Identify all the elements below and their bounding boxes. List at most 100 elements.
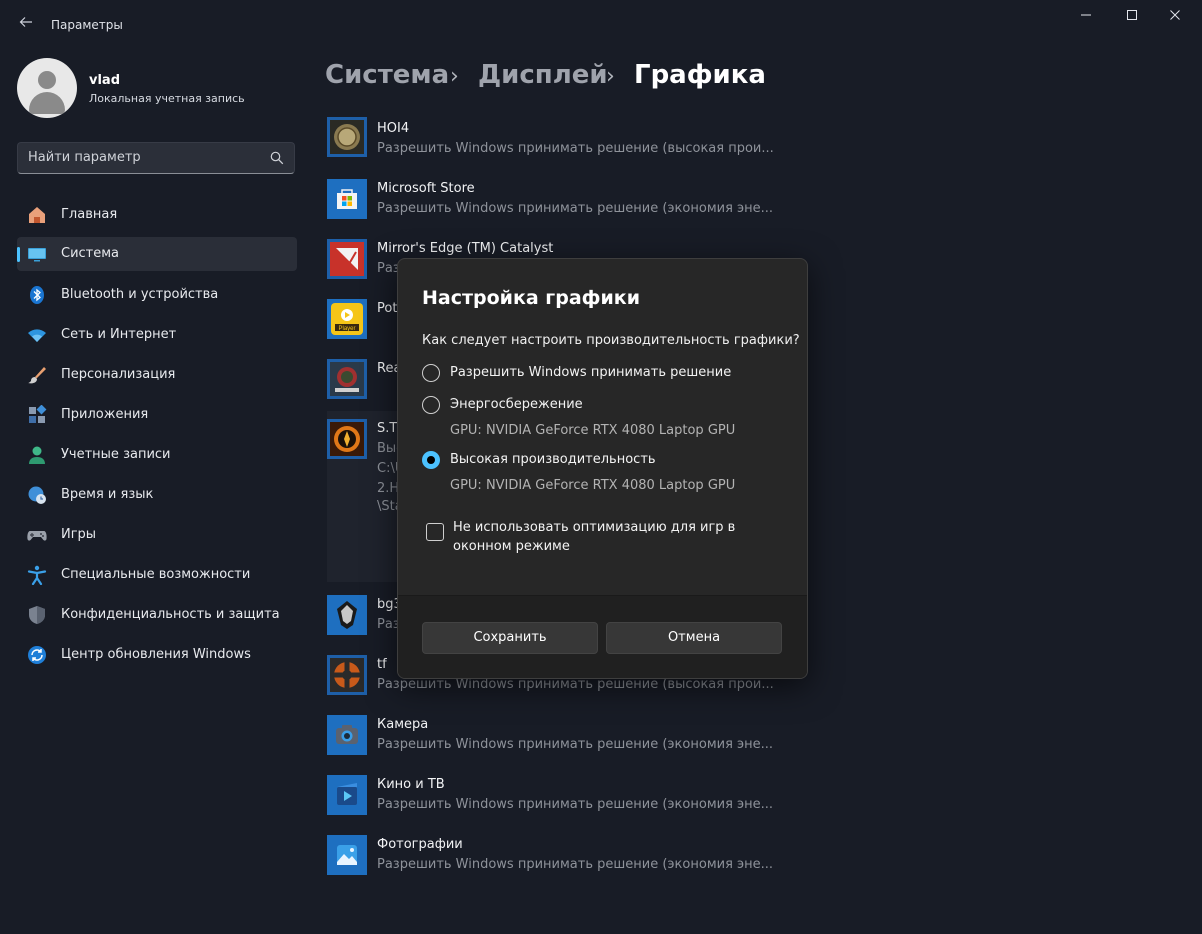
minimize-button[interactable] <box>1063 0 1109 34</box>
breadcrumb-separator: › <box>606 64 615 89</box>
avatar[interactable] <box>17 58 77 118</box>
sidebar-item-system[interactable]: Система <box>17 237 297 271</box>
app-name: tf <box>377 657 387 672</box>
home-icon <box>29 207 45 223</box>
app-name: Pot <box>377 301 398 316</box>
search-input[interactable] <box>28 150 258 165</box>
app-name: HOI4 <box>377 121 410 136</box>
account-type: Локальная учетная запись <box>89 92 245 105</box>
sidebar-item-accounts[interactable]: Учетные записи <box>17 438 297 472</box>
page-title: Графика <box>634 60 766 90</box>
sidebar-item-windows-update[interactable]: Центр обновления Windows <box>17 638 297 672</box>
sidebar-item-privacy[interactable]: Конфиденциальность и защита <box>17 598 297 632</box>
sidebar-item-label: Конфиденциальность и защита <box>61 607 280 622</box>
cancel-button[interactable]: Отмена <box>606 622 782 654</box>
app-status: Разрешить Windows принимать решение (эко… <box>377 737 774 752</box>
maximize-button[interactable] <box>1109 0 1155 34</box>
radio-label[interactable]: Разрешить Windows принимать решение <box>450 365 731 380</box>
shield-icon <box>29 606 45 624</box>
update-icon <box>28 646 46 664</box>
windowed-optimization-checkbox[interactable] <box>426 523 444 541</box>
radio-high-performance[interactable] <box>422 451 440 469</box>
sidebar-item-label: Система <box>61 246 120 261</box>
sidebar-item-personalization[interactable]: Персонализация <box>17 358 297 392</box>
radio-label[interactable]: Высокая производительность <box>450 452 656 467</box>
svg-text:Player: Player <box>338 326 355 332</box>
breadcrumb-separator: › <box>450 64 459 89</box>
minimize-icon <box>1081 14 1091 16</box>
ready-or-not-icon <box>327 359 367 399</box>
camera-icon <box>327 715 367 755</box>
sidebar-item-time-language[interactable]: Время и язык <box>17 478 297 512</box>
sidebar-item-label: Игры <box>61 527 97 542</box>
user-name: vlad <box>89 73 121 88</box>
dialog-title: Настройка графики <box>422 287 641 309</box>
active-indicator <box>17 247 20 262</box>
app-path-line: \Sta <box>377 499 397 514</box>
app-status: Разрешить Windows принимать решение (выс… <box>377 141 774 156</box>
app-name: Фотографии <box>377 837 463 852</box>
app-path-line: C:\U <box>377 461 397 476</box>
app-status: Разрешить Windows принимать решение (эко… <box>377 797 774 812</box>
sidebar-item-network[interactable]: Сеть и Интернет <box>17 318 297 352</box>
app-name: Mirror's Edge (TM) Catalyst <box>377 241 554 256</box>
dialog-question: Как следует настроить производительность… <box>422 333 800 348</box>
window-title: Параметры <box>51 18 123 32</box>
app-status: Выс <box>377 441 397 456</box>
gpu-label: GPU: NVIDIA GeForce RTX 4080 Laptop GPU <box>450 478 736 493</box>
app-status: Разрешить Windows принимать решение (выс… <box>377 677 774 692</box>
sidebar-item-bluetooth[interactable]: Bluetooth и устройства <box>17 278 297 312</box>
sidebar-item-apps[interactable]: Приложения <box>17 398 297 432</box>
radio-power-saving[interactable] <box>422 396 440 414</box>
checkbox-label[interactable]: Не использовать оптимизацию для игр в ок… <box>453 518 793 556</box>
breadcrumb-display[interactable]: Дисплей <box>478 60 608 90</box>
stalker-icon <box>327 419 367 459</box>
app-name: Камера <box>377 717 429 732</box>
accessibility-icon <box>27 565 47 585</box>
sidebar-item-gaming[interactable]: Игры <box>17 518 297 552</box>
close-icon <box>1170 10 1180 20</box>
sidebar-item-accessibility[interactable]: Специальные возможности <box>17 558 297 592</box>
tf2-icon <box>327 655 367 695</box>
movies-tv-icon <box>327 775 367 815</box>
accounts-icon <box>29 446 45 464</box>
potplayer-icon: Player <box>327 299 367 339</box>
back-button[interactable] <box>16 14 36 34</box>
sidebar-item-label: Персонализация <box>61 367 176 382</box>
app-name: Microsoft Store <box>377 181 475 196</box>
save-button[interactable]: Сохранить <box>422 622 598 654</box>
radio-label[interactable]: Энергосбережение <box>450 397 583 412</box>
dialog-footer: Сохранить Отмена <box>398 595 807 678</box>
hoi4-icon <box>327 117 367 157</box>
bluetooth-icon <box>30 286 44 304</box>
graphics-settings-dialog: Настройка графики Как следует настроить … <box>397 258 808 679</box>
sidebar-item-label: Учетные записи <box>61 447 171 462</box>
time-language-icon <box>28 486 46 504</box>
sidebar-item-label: Сеть и Интернет <box>61 327 177 342</box>
search-icon[interactable] <box>270 151 284 165</box>
arrow-left-icon <box>19 17 32 27</box>
system-icon <box>28 248 46 262</box>
photos-icon <box>327 835 367 875</box>
breadcrumb-system[interactable]: Система <box>325 60 449 90</box>
bg3-icon <box>327 595 367 635</box>
close-button[interactable] <box>1152 0 1198 34</box>
gpu-label: GPU: NVIDIA GeForce RTX 4080 Laptop GPU <box>450 423 736 438</box>
radio-let-windows-decide[interactable] <box>422 364 440 382</box>
sidebar-item-label: Bluetooth и устройства <box>61 287 219 302</box>
sidebar-item-label: Специальные возможности <box>61 567 251 582</box>
app-name: Кино и ТВ <box>377 777 445 792</box>
search-box[interactable] <box>17 142 295 174</box>
app-status: Разрешить Windows принимать решение (эко… <box>377 857 774 872</box>
sidebar-item-home[interactable]: Главная <box>17 198 297 232</box>
app-path-line: 2.H <box>377 481 397 496</box>
mirrors-edge-icon <box>327 239 367 279</box>
apps-icon <box>29 405 47 423</box>
brush-icon <box>28 367 46 384</box>
microsoft-store-icon <box>327 179 367 219</box>
gamepad-icon <box>27 531 47 541</box>
sidebar-item-label: Приложения <box>61 407 149 422</box>
wifi-icon <box>28 329 46 342</box>
sidebar-item-label: Главная <box>61 207 118 222</box>
sidebar-item-label: Время и язык <box>61 487 154 502</box>
